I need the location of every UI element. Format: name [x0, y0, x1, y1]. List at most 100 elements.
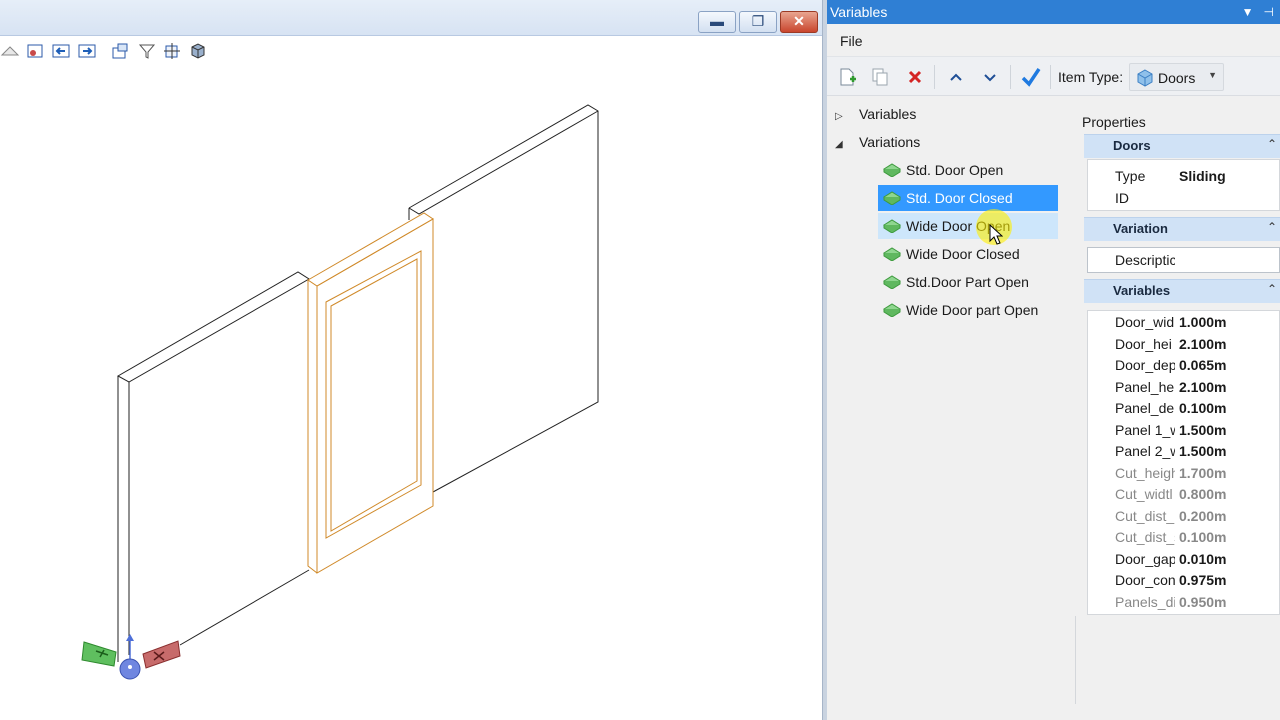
- variable-name: Cut_widtl: [1115, 486, 1173, 502]
- tree-node-variables[interactable]: ▷ Variables: [835, 102, 916, 129]
- variable-row[interactable]: Panel 2_w 1.500m: [1088, 441, 1280, 463]
- view-toolbar: [0, 37, 822, 65]
- variable-row[interactable]: Cut_heigh 1.700m: [1088, 463, 1280, 485]
- tree-node-variations[interactable]: ◢ Variations: [835, 130, 920, 157]
- variable-row[interactable]: Cut_widtl 0.800m: [1088, 484, 1280, 506]
- variable-value: 0.975m: [1179, 572, 1227, 588]
- minimize-button[interactable]: ▬: [698, 11, 736, 33]
- variables-section-header[interactable]: Variables ⌃: [1084, 279, 1280, 303]
- variation-item[interactable]: Std. Door Open: [878, 157, 1058, 183]
- collapse-icon[interactable]: ◢: [835, 133, 855, 157]
- variable-row[interactable]: Panels_di 0.950m: [1088, 592, 1280, 614]
- variable-row[interactable]: Door_hei 2.100m: [1088, 334, 1280, 356]
- variation-item-label: Std.Door Part Open: [906, 274, 1029, 290]
- doors-section-header[interactable]: Doors ⌃: [1084, 134, 1280, 158]
- item-type-dropdown[interactable]: Doors ▼: [1129, 63, 1224, 91]
- property-row-type[interactable]: Type Sliding: [1088, 166, 1280, 188]
- variation-icon: [883, 247, 901, 261]
- variable-row[interactable]: Panel_dep0.100m: [1088, 398, 1280, 420]
- variation-item-label: Wide Door Closed: [906, 246, 1020, 262]
- axis-triad: [81, 634, 181, 680]
- variation-item[interactable]: Wide Door part Open: [878, 297, 1058, 323]
- variable-name: Cut_dist_s: [1115, 529, 1175, 545]
- variation-section-header[interactable]: Variation ⌃: [1084, 217, 1280, 241]
- variable-row[interactable]: Door_dep 0.065m: [1088, 355, 1280, 377]
- item-type-label: Item Type:: [1058, 69, 1124, 85]
- variable-name: Panels_di: [1115, 593, 1175, 610]
- panel-options-icon[interactable]: ▼ ⊣: [1242, 0, 1274, 24]
- properties-label: Properties: [1082, 114, 1146, 130]
- copy-icon: [872, 68, 888, 86]
- next-view-icon[interactable]: [77, 41, 97, 61]
- variable-value: 0.100m: [1179, 529, 1227, 545]
- variable-name: Door_wid: [1115, 314, 1175, 330]
- variation-item-label: Std. Door Open: [906, 162, 1004, 178]
- toolbar-separator: [934, 65, 935, 89]
- variable-row[interactable]: Cut_dist_s 0.100m: [1088, 527, 1280, 549]
- menu-file[interactable]: File: [840, 33, 863, 49]
- variable-value: 2.100m: [1179, 335, 1227, 352]
- variable-row[interactable]: Door_gap 0.010m: [1088, 549, 1280, 571]
- toolbar-separator: [1010, 65, 1011, 89]
- delete-variation-button[interactable]: [903, 65, 927, 89]
- collapse-section-icon[interactable]: ⌃: [1267, 282, 1277, 296]
- move-up-button[interactable]: [944, 65, 968, 89]
- variable-row[interactable]: Panel 1_w 1.500m: [1088, 420, 1280, 442]
- expand-icon[interactable]: ▷: [835, 105, 855, 129]
- variation-item[interactable]: Wide Door Open: [878, 213, 1058, 239]
- variation-icon: [883, 303, 901, 317]
- view-title-bar[interactable]: ▬ ❐ ✕: [0, 0, 822, 36]
- variation-item[interactable]: Std. Door Closed: [878, 185, 1058, 211]
- delete-icon: [908, 70, 922, 84]
- variable-value: 0.950m: [1179, 593, 1227, 610]
- variable-row[interactable]: Door_wid 1.000m: [1088, 312, 1280, 334]
- pin-icon[interactable]: ⊣: [1264, 5, 1274, 19]
- view-filter-icon[interactable]: [137, 41, 157, 61]
- variation-item-label: Wide Door Open: [906, 218, 1011, 234]
- collapse-section-icon[interactable]: ⌃: [1267, 137, 1277, 151]
- restore-button[interactable]: ❐: [739, 11, 777, 33]
- variation-item[interactable]: Wide Door Closed: [878, 241, 1058, 267]
- variable-name: Panel 2_w: [1115, 443, 1175, 459]
- variation-icon: [883, 275, 901, 289]
- sliding-door[interactable]: [307, 212, 434, 574]
- variable-name: Door_con: [1115, 572, 1175, 588]
- variable-row[interactable]: Door_con 0.975m: [1088, 570, 1280, 592]
- collapse-section-icon[interactable]: ⌃: [1267, 220, 1277, 234]
- variable-value: 1.500m: [1179, 443, 1227, 459]
- description-field[interactable]: Descriptic: [1087, 247, 1280, 273]
- previous-view-icon[interactable]: [51, 41, 71, 61]
- fit-view-icon[interactable]: [110, 41, 130, 61]
- variable-name: Door_gap: [1115, 550, 1175, 567]
- copy-variation-button[interactable]: [868, 65, 892, 89]
- variation-icon: [883, 219, 901, 233]
- variation-item[interactable]: Std.Door Part Open: [878, 269, 1058, 295]
- left-wall-panel[interactable]: [116, 271, 310, 662]
- chevron-up-icon: [950, 73, 962, 81]
- variable-value: 0.200m: [1179, 507, 1227, 524]
- apply-button[interactable]: [1019, 65, 1043, 89]
- view-window[interactable]: ▬ ❐ ✕: [0, 0, 822, 720]
- variable-value: 1.700m: [1179, 464, 1227, 481]
- right-wall-panel[interactable]: [408, 104, 599, 493]
- move-down-button[interactable]: [978, 65, 1002, 89]
- panel-title-bar[interactable]: Variables ▼ ⊣: [827, 0, 1280, 24]
- view-attributes-icon[interactable]: [0, 41, 20, 61]
- variable-name: Cut_heigh: [1115, 464, 1175, 481]
- variable-name: Cut_dist_l: [1115, 507, 1175, 524]
- render-mode-icon[interactable]: [188, 41, 208, 61]
- clip-volume-icon[interactable]: [162, 41, 182, 61]
- variables-panel: Variables ▼ ⊣ File Item Type: Doors ▼ ▷ …: [827, 0, 1280, 720]
- variable-value: 0.065m: [1179, 357, 1227, 373]
- variable-value: 1.500m: [1179, 421, 1227, 438]
- menu-bar: File: [827, 28, 1280, 54]
- close-button[interactable]: ✕: [780, 11, 818, 33]
- variable-value: 2.100m: [1179, 378, 1227, 395]
- view-display-icon[interactable]: [25, 41, 45, 61]
- variable-row[interactable]: Panel_hei 2.100m: [1088, 377, 1280, 399]
- new-variation-button[interactable]: [835, 65, 859, 89]
- chevron-down-icon: [984, 74, 996, 82]
- property-row-id[interactable]: ID: [1088, 188, 1280, 210]
- variable-row[interactable]: Cut_dist_l 0.200m: [1088, 506, 1280, 528]
- 3d-model-view[interactable]: [0, 65, 822, 720]
